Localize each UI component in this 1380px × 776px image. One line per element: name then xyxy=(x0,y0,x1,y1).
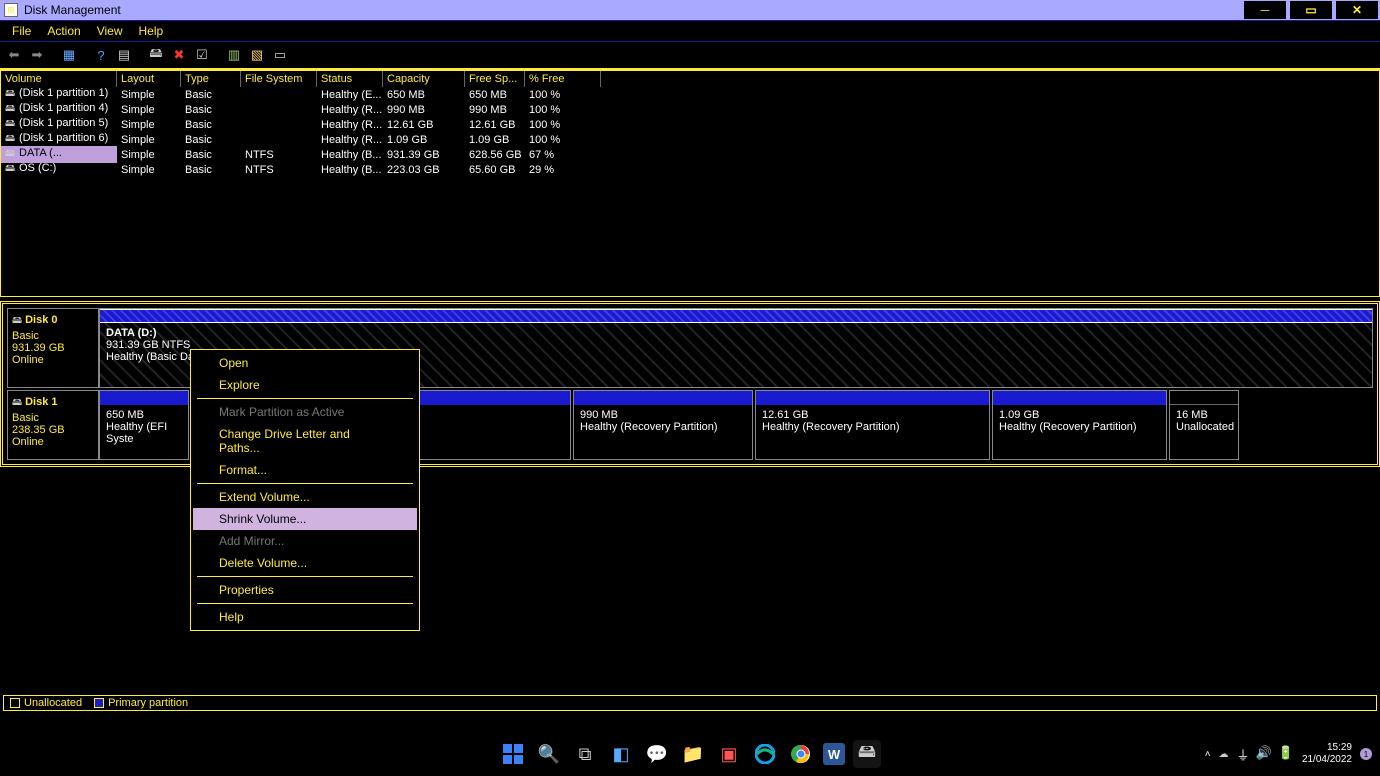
ctx-properties[interactable]: Properties xyxy=(193,579,417,601)
ctx-mark-active: Mark Partition as Active xyxy=(193,401,417,423)
disk-0-info[interactable]: 🖴Disk 0 Basic 931.39 GB Online xyxy=(7,308,99,388)
menu-action[interactable]: Action xyxy=(39,24,88,38)
ctx-help[interactable]: Help xyxy=(193,606,417,628)
toolbar: ⬅ ➡ ▦ ? ▤ 🖴 ✖ ☑ ▥ ▧ ▭ xyxy=(0,42,1380,70)
battery-icon[interactable]: 🔋 xyxy=(1278,745,1294,764)
col-percent[interactable]: % Free xyxy=(525,71,601,87)
start-button[interactable] xyxy=(499,740,527,768)
volume-list: Volume Layout Type File System Status Ca… xyxy=(0,70,1380,297)
col-status[interactable]: Status xyxy=(317,71,383,87)
app-icon-1[interactable]: ▣ xyxy=(715,740,743,768)
partition-stripe xyxy=(100,309,1372,323)
ctx-sep xyxy=(197,483,413,484)
chrome-icon[interactable] xyxy=(787,740,815,768)
explorer-icon[interactable]: 📁 xyxy=(679,740,707,768)
ctx-format[interactable]: Format... xyxy=(193,459,417,481)
volume-row[interactable]: 🖴(Disk 1 partition 1)SimpleBasicHealthy … xyxy=(1,87,1379,102)
edge-icon[interactable] xyxy=(751,740,779,768)
menu-view[interactable]: View xyxy=(89,24,131,38)
help-icon[interactable]: ? xyxy=(91,45,111,65)
ctx-change-drive-letter[interactable]: Change Drive Letter and Paths... xyxy=(193,423,417,459)
column-headers: Volume Layout Type File System Status Ca… xyxy=(1,71,1379,87)
disk-icon: 🖴 xyxy=(12,397,22,408)
col-free[interactable]: Free Sp... xyxy=(465,71,525,87)
legend: Unallocated Primary partition xyxy=(3,695,1377,711)
new-icon[interactable]: ▥ xyxy=(224,45,244,65)
widgets-icon[interactable]: ◧ xyxy=(607,740,635,768)
ctx-open[interactable]: Open xyxy=(193,352,417,374)
disk-icon: 🖴 xyxy=(12,315,22,326)
col-type[interactable]: Type xyxy=(181,71,241,87)
menu-help[interactable]: Help xyxy=(131,24,172,38)
volume-row[interactable]: 🖴(Disk 1 partition 4)SimpleBasicHealthy … xyxy=(1,102,1379,117)
check-icon[interactable]: ☑ xyxy=(192,45,212,65)
context-menu: Open Explore Mark Partition as Active Ch… xyxy=(190,349,420,631)
volume-row[interactable]: 🖴(Disk 1 partition 5)SimpleBasicHealthy … xyxy=(1,117,1379,132)
tray-onedrive-icon[interactable]: ☁ xyxy=(1219,749,1229,760)
ctx-sep xyxy=(197,398,413,399)
col-layout[interactable]: Layout xyxy=(117,71,181,87)
col-capacity[interactable]: Capacity xyxy=(383,71,465,87)
disk-mgmt-task-icon[interactable]: 🖴 xyxy=(853,740,881,768)
drive-icon[interactable]: 🖴 xyxy=(146,45,166,65)
list-icon[interactable]: ▭ xyxy=(270,45,290,65)
app-icon: ⊞ xyxy=(4,3,18,17)
ctx-shrink-volume[interactable]: Shrink Volume... xyxy=(193,508,417,530)
window-title: Disk Management xyxy=(24,3,1242,17)
ctx-add-mirror: Add Mirror... xyxy=(193,530,417,552)
legend-swatch-primary xyxy=(94,698,104,708)
tray-clock[interactable]: 15:29 21/04/2022 xyxy=(1302,742,1352,766)
disk1-partition[interactable]: 1.09 GBHealthy (Recovery Partition) xyxy=(992,390,1167,460)
disk1-partition[interactable]: 650 MBHealthy (EFI Syste xyxy=(99,390,189,460)
taskview-icon[interactable]: ⧉ xyxy=(571,740,599,768)
minimize-button[interactable]: ─ xyxy=(1244,1,1286,19)
col-filesystem[interactable]: File System xyxy=(241,71,317,87)
disk1-partition[interactable]: 12.61 GBHealthy (Recovery Partition) xyxy=(755,390,990,460)
cancel-icon[interactable]: ✖ xyxy=(169,45,189,65)
volume-row[interactable]: 🖴DATA (...SimpleBasicNTFSHealthy (B...93… xyxy=(1,147,1379,162)
wifi-icon[interactable]: ⏚ xyxy=(1237,745,1250,764)
chat-icon[interactable]: 💬 xyxy=(643,740,671,768)
volume-icon: 🖴 xyxy=(5,161,19,178)
word-icon[interactable]: W xyxy=(823,743,845,765)
ctx-explore[interactable]: Explore xyxy=(193,374,417,396)
col-volume[interactable]: Volume xyxy=(1,71,117,87)
legend-swatch-unallocated xyxy=(10,698,20,708)
tray-chevron-icon[interactable]: ˄ xyxy=(1205,749,1211,760)
volume-icon[interactable]: 🔊 xyxy=(1256,745,1272,764)
ctx-extend-volume[interactable]: Extend Volume... xyxy=(193,486,417,508)
menu-file[interactable]: File xyxy=(4,24,39,38)
volume-row[interactable]: 🖴OS (C:)SimpleBasicNTFSHealthy (B...223.… xyxy=(1,162,1379,177)
ctx-sep xyxy=(197,603,413,604)
back-icon[interactable]: ⬅ xyxy=(4,45,24,65)
console-icon[interactable]: ▦ xyxy=(59,45,79,65)
ctx-sep xyxy=(197,576,413,577)
maximize-button[interactable]: ▭ xyxy=(1290,1,1332,19)
disk-1-info[interactable]: 🖴Disk 1 Basic 238.35 GB Online xyxy=(7,390,99,460)
disk1-partition[interactable]: 16 MBUnallocated xyxy=(1169,390,1239,460)
folder-icon[interactable]: ▧ xyxy=(247,45,267,65)
close-button[interactable]: ✕ xyxy=(1336,1,1378,19)
disk1-partition[interactable]: 990 MBHealthy (Recovery Partition) xyxy=(573,390,753,460)
titlebar: ⊞ Disk Management ─ ▭ ✕ xyxy=(0,0,1380,20)
ctx-delete-volume[interactable]: Delete Volume... xyxy=(193,552,417,574)
taskbar: 🔍 ⧉ ◧ 💬 📁 ▣ W 🖴 ˄ ☁ ⏚ 🔊 🔋 15:29 21/04/20… xyxy=(0,732,1380,776)
volume-row[interactable]: 🖴(Disk 1 partition 6)SimpleBasicHealthy … xyxy=(1,132,1379,147)
search-icon[interactable]: 🔍 xyxy=(535,740,563,768)
settings-icon[interactable]: ▤ xyxy=(114,45,134,65)
menubar: File Action View Help xyxy=(0,20,1380,42)
forward-icon[interactable]: ➡ xyxy=(27,45,47,65)
tray-notification-icon[interactable]: 1 xyxy=(1360,748,1372,760)
